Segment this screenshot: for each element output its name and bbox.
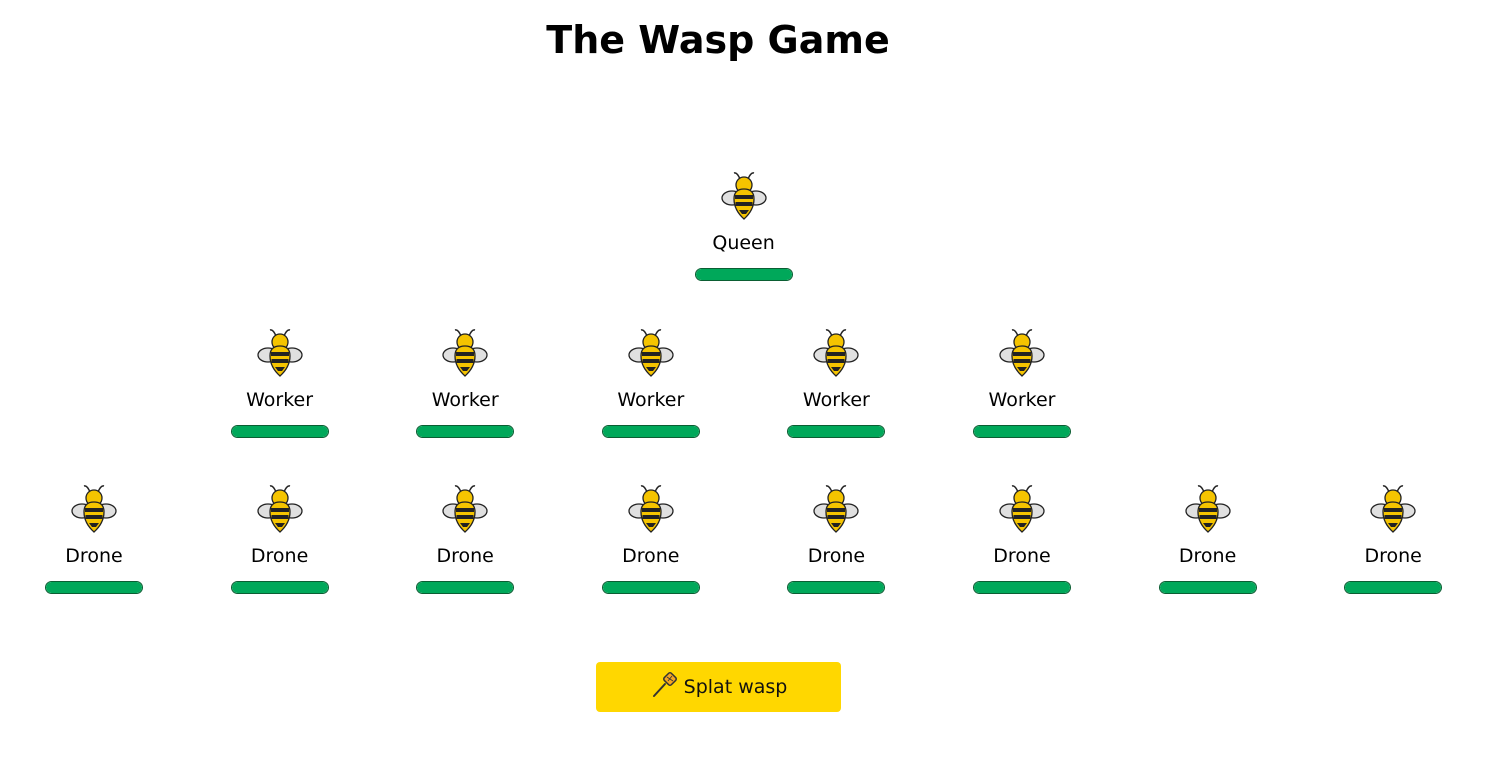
wasp-icon xyxy=(442,483,488,535)
health-bar-fill xyxy=(417,426,514,437)
health-bar-fill xyxy=(231,426,328,437)
worker-wasp: Worker xyxy=(405,327,525,438)
wasp-icon xyxy=(999,327,1045,379)
health-bar xyxy=(230,425,329,438)
wasp-label: Drone xyxy=(65,545,123,567)
wasp-icon xyxy=(628,327,674,379)
health-bar-fill xyxy=(46,582,142,593)
wasp-label: Worker xyxy=(246,389,314,411)
wasp-icon xyxy=(71,483,117,535)
health-bar xyxy=(787,425,886,438)
queen-wasp: Queen xyxy=(684,170,804,281)
wasp-label: Drone xyxy=(1178,545,1237,567)
health-bar-fill xyxy=(602,582,699,593)
worker-wasp: Worker xyxy=(962,327,1082,438)
wasp-label: Queen xyxy=(712,232,775,254)
wasp-label: Worker xyxy=(617,389,685,411)
wasp-label: Drone xyxy=(622,545,680,567)
drone-wasp: Drone xyxy=(220,483,340,594)
wasp-label: Worker xyxy=(988,389,1056,411)
wasp-label: Drone xyxy=(993,545,1051,567)
drone-wasp: Drone xyxy=(1333,483,1453,594)
drone-wasp: Drone xyxy=(34,483,154,594)
drone-wasp: Drone xyxy=(591,483,711,594)
wasp-icon xyxy=(628,483,674,535)
wasp-label: Drone xyxy=(1364,545,1422,567)
health-bar-fill xyxy=(417,582,514,593)
health-bar-fill xyxy=(602,426,699,437)
health-bar-fill xyxy=(788,582,885,593)
health-bar-fill xyxy=(974,426,1070,437)
drone-wasp: Drone xyxy=(776,483,896,594)
worker-wasp: Worker xyxy=(591,327,711,438)
worker-wasp: Worker xyxy=(776,327,896,438)
health-bar-fill xyxy=(1345,582,1442,593)
wasp-label: Drone xyxy=(807,545,866,567)
wasp-icon xyxy=(813,483,860,535)
health-bar xyxy=(416,425,515,438)
health-bar xyxy=(1344,581,1443,594)
health-bar xyxy=(601,425,700,438)
wasp-icon xyxy=(813,327,860,379)
health-bar xyxy=(601,581,700,594)
drone-wasp: Drone xyxy=(962,483,1082,594)
wasp-icon xyxy=(1370,483,1416,535)
health-bar-fill xyxy=(788,426,885,437)
wasp-label: Drone xyxy=(436,545,494,567)
drone-wasp: Drone xyxy=(1148,483,1268,594)
splat-wasp-button[interactable]: Splat wasp xyxy=(596,662,841,712)
wasp-icon xyxy=(256,483,303,535)
health-bar-fill xyxy=(1159,582,1256,593)
wasp-label: Worker xyxy=(802,389,870,411)
wasp-icon xyxy=(720,170,767,222)
wasp-icon xyxy=(442,327,488,379)
health-bar xyxy=(694,268,793,281)
worker-wasp: Worker xyxy=(220,327,340,438)
health-bar xyxy=(1158,581,1257,594)
wasp-icon xyxy=(1184,483,1231,535)
drone-wasp: Drone xyxy=(405,483,525,594)
game-title: The Wasp Game xyxy=(546,18,890,62)
splat-wasp-label: Splat wasp xyxy=(683,676,788,698)
fly-swatter-icon xyxy=(650,671,678,704)
health-bar xyxy=(973,581,1071,594)
health-bar xyxy=(230,581,329,594)
health-bar xyxy=(416,581,515,594)
wasp-icon xyxy=(999,483,1045,535)
health-bar xyxy=(973,425,1071,438)
health-bar xyxy=(45,581,143,594)
wasp-icon xyxy=(256,327,303,379)
wasp-label: Drone xyxy=(250,545,309,567)
health-bar-fill xyxy=(695,269,792,280)
health-bar xyxy=(787,581,886,594)
wasp-label: Worker xyxy=(431,389,499,411)
health-bar-fill xyxy=(231,582,328,593)
health-bar-fill xyxy=(974,582,1070,593)
